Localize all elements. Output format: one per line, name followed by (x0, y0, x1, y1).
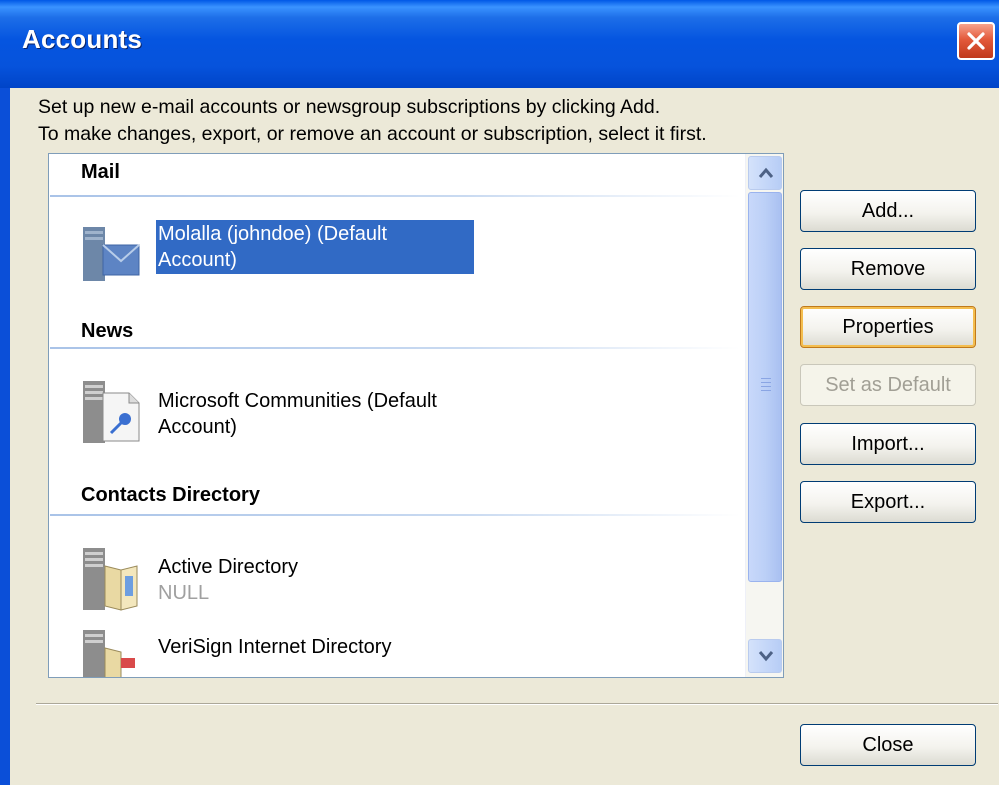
instructions-text: Set up new e-mail accounts or newsgroup … (38, 94, 707, 148)
group-divider (50, 347, 740, 349)
account-item-active-directory[interactable]: Active Directory NULL (158, 554, 298, 606)
account-name-cont: Account) (158, 249, 237, 271)
thumb-grip (761, 378, 771, 379)
thumb-grip (761, 382, 771, 383)
directory-server-icon (83, 548, 138, 611)
account-name: VeriSign Internet Directory (158, 636, 392, 658)
account-item-verisign[interactable]: VeriSign Internet Directory (158, 634, 391, 660)
window-title: Accounts (22, 24, 143, 54)
remove-button[interactable]: Remove (800, 248, 976, 290)
account-subtitle: NULL (158, 582, 210, 604)
set-as-default-button[interactable]: Set as Default (800, 364, 976, 406)
vertical-scrollbar[interactable] (745, 154, 783, 677)
export-button[interactable]: Export... (800, 481, 976, 523)
account-name: Molalla (johndoe) (Default (158, 223, 388, 245)
add-button[interactable]: Add... (800, 190, 976, 232)
thumb-grip (761, 386, 771, 387)
thumb-grip (761, 390, 771, 391)
separator-line (36, 703, 998, 705)
chevron-up-icon (758, 167, 774, 178)
scroll-thumb[interactable] (748, 192, 782, 582)
import-button[interactable]: Import... (800, 423, 976, 465)
group-header-contacts-directory: Contacts Directory (81, 484, 260, 506)
properties-button[interactable]: Properties (800, 306, 976, 348)
scroll-up-button[interactable] (748, 156, 782, 190)
news-server-icon (83, 381, 140, 443)
account-item-news[interactable]: Microsoft Communities (Default Account) (158, 388, 437, 440)
group-divider (50, 195, 740, 197)
window-frame (0, 88, 10, 785)
group-divider (50, 514, 740, 516)
scroll-down-button[interactable] (748, 639, 782, 673)
account-item-mail[interactable]: Molalla (johndoe) (Default Account) (156, 220, 474, 274)
close-icon (967, 32, 985, 50)
mail-server-icon (83, 227, 140, 281)
instructions-line-1: Set up new e-mail accounts or newsgroup … (38, 96, 661, 118)
close-button[interactable]: Close (800, 724, 976, 766)
close-window-button[interactable] (957, 22, 995, 60)
directory-server-icon (83, 630, 135, 677)
account-name: Active Directory (158, 556, 299, 578)
group-header-mail: Mail (81, 161, 120, 183)
account-name-cont: Account) (158, 416, 237, 438)
group-header-news: News (81, 320, 134, 342)
dialog-body: Set up new e-mail accounts or newsgroup … (10, 88, 999, 785)
accounts-list[interactable]: Mail Molalla (johndoe) (Default Account)… (48, 153, 784, 678)
account-name: Microsoft Communities (Default (158, 390, 437, 412)
title-bar[interactable]: Accounts (0, 0, 999, 88)
instructions-line-2: To make changes, export, or remove an ac… (38, 123, 707, 145)
chevron-down-icon (758, 651, 774, 662)
